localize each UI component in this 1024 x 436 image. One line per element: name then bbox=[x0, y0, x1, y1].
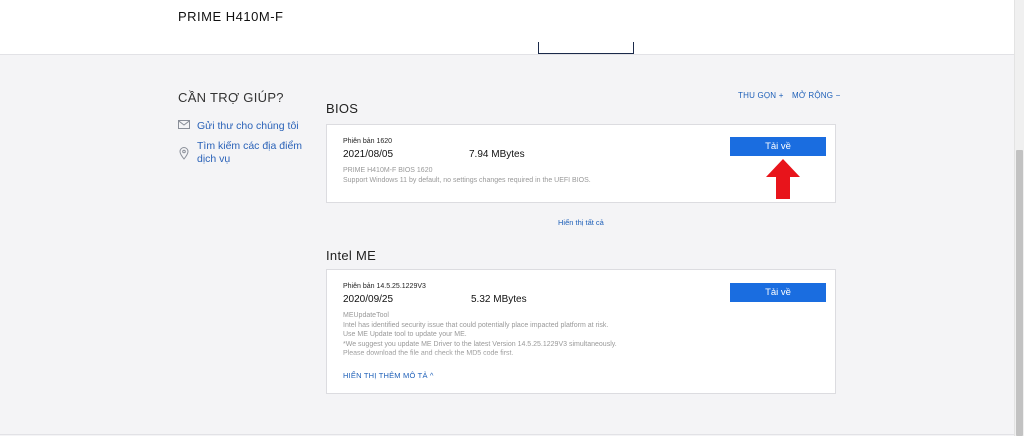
envelope-icon bbox=[178, 120, 190, 129]
me-file-size: 5.32 MBytes bbox=[471, 294, 527, 305]
intel-me-section-title: Intel ME bbox=[326, 248, 377, 263]
service-locations-line1: Tìm kiếm các địa điểm bbox=[197, 140, 303, 152]
me-desc-line: Intel has identified security issue that… bbox=[343, 321, 609, 329]
active-tab-indicator[interactable] bbox=[538, 42, 634, 54]
product-title: PRIME H410M-F bbox=[178, 9, 284, 24]
help-heading: CẦN TRỢ GIÚP? bbox=[178, 90, 284, 105]
email-us-link[interactable]: Gửi thư cho chúng tôi bbox=[178, 120, 299, 133]
footer-divider bbox=[0, 434, 1014, 435]
service-locations-link[interactable]: Tìm kiếm các địa điểm dịch vụ bbox=[179, 140, 303, 166]
description-fade bbox=[327, 352, 835, 364]
page-scrollbar[interactable] bbox=[1014, 0, 1024, 436]
bios-description: PRIME H410M-F BIOS 1620 Support Windows … bbox=[343, 166, 591, 185]
intel-me-card: Phiên bản 14.5.25.1229V3 2020/09/25 5.32… bbox=[326, 269, 836, 394]
bios-download-button[interactable]: Tải về bbox=[730, 137, 826, 156]
show-all-link[interactable]: Hiển thị tất cả bbox=[558, 218, 604, 227]
email-us-label: Gửi thư cho chúng tôi bbox=[197, 120, 299, 132]
red-arrow-icon bbox=[766, 159, 800, 199]
me-download-button[interactable]: Tải về bbox=[730, 283, 826, 302]
top-header: PRIME H410M-F bbox=[0, 0, 1014, 55]
scrollbar-thumb[interactable] bbox=[1016, 150, 1023, 436]
bios-desc-line: PRIME H410M-F BIOS 1620 bbox=[343, 167, 433, 174]
me-release-date: 2020/09/25 bbox=[343, 294, 394, 305]
me-desc-line: *We suggest you update ME Driver to the … bbox=[343, 340, 617, 348]
expand-all-link[interactable]: MỞ RỘNG − bbox=[792, 91, 840, 100]
show-more-description-link[interactable]: HIỂN THỊ THÊM MÔ TẢ ^ bbox=[343, 371, 434, 380]
bios-file-size: 7.94 MBytes bbox=[469, 149, 525, 160]
bios-desc-line: Support Windows 11 by default, no settin… bbox=[343, 176, 591, 184]
me-desc-line: MEUpdateTool bbox=[343, 312, 389, 319]
collapse-all-link[interactable]: THU GỌN + bbox=[738, 91, 784, 100]
location-pin-icon bbox=[179, 147, 189, 160]
bios-card: Phiên bản 1620 2021/08/05 7.94 MBytes PR… bbox=[326, 124, 836, 203]
service-locations-line2: dịch vụ bbox=[197, 153, 231, 165]
bios-version-label: Phiên bản 1620 bbox=[343, 138, 393, 145]
me-version-label: Phiên bản 14.5.25.1229V3 bbox=[343, 283, 426, 290]
bios-section-title: BIOS bbox=[326, 101, 359, 116]
bios-release-date: 2021/08/05 bbox=[343, 149, 394, 160]
me-desc-line: Use ME Update tool to update your ME. bbox=[343, 331, 467, 338]
